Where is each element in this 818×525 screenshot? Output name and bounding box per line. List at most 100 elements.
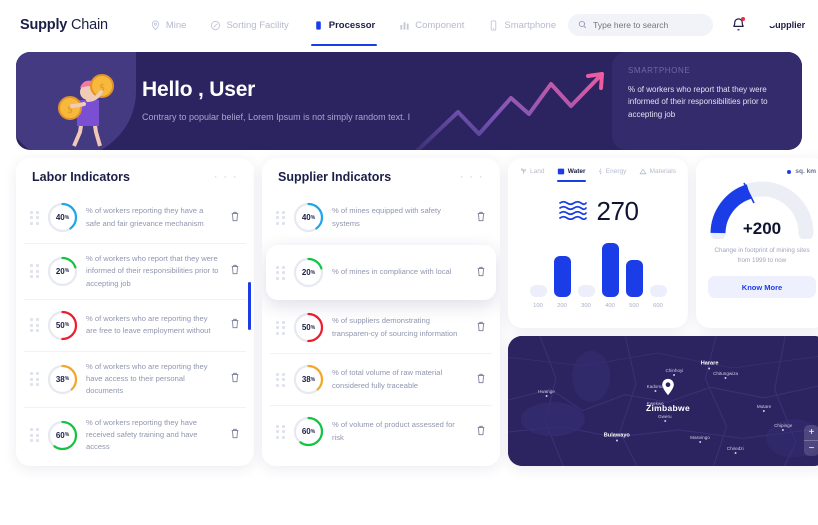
know-more-button[interactable]: Know More bbox=[708, 276, 816, 299]
nav-tab-processor-label: Processor bbox=[328, 19, 376, 31]
table-row[interactable]: 40% % of mines equipped with safety syste… bbox=[270, 192, 492, 243]
nav-tab-mine[interactable]: Mine bbox=[138, 4, 199, 46]
nav-tab-sorting-facility[interactable]: Sorting Facility bbox=[198, 4, 300, 46]
table-row[interactable]: 50% % of suppliers demonstrating transpar… bbox=[270, 302, 492, 353]
delete-icon[interactable] bbox=[230, 316, 240, 334]
delete-icon[interactable] bbox=[476, 423, 486, 441]
map-city-label: Harare bbox=[701, 360, 718, 370]
chart-bar bbox=[601, 242, 619, 297]
map-city-label: Bulawayo bbox=[604, 433, 630, 442]
search-input[interactable] bbox=[593, 20, 704, 30]
delete-icon[interactable] bbox=[476, 371, 486, 389]
mining-footprint-gauge-card: sq. km +200 Change in footprint of minin… bbox=[696, 158, 818, 328]
waves-icon bbox=[558, 198, 588, 225]
tab-water[interactable]: Water bbox=[556, 168, 586, 182]
search-box[interactable] bbox=[568, 14, 714, 36]
dashboard-grid: Labor Indicators · · · 40% % of workers r… bbox=[16, 158, 818, 466]
table-row[interactable]: 20% % of mines in compliance with local bbox=[266, 245, 496, 300]
indicator-text: % of mines in compliance with local bbox=[332, 267, 452, 277]
drag-handle-icon[interactable] bbox=[30, 264, 39, 279]
supplier-panel-title: Supplier Indicators bbox=[278, 170, 392, 184]
map-card[interactable]: Zimbabwe Harare Chitungwiza Bulawayo Gweru M… bbox=[508, 336, 818, 466]
gauge-visual: +200 bbox=[708, 177, 816, 239]
nav-tab-smartphone-label: Smartphone bbox=[504, 19, 557, 31]
legend-dot-icon bbox=[787, 169, 792, 174]
brand-bold: Supply bbox=[20, 17, 68, 33]
percent-value: 20% bbox=[301, 268, 316, 277]
map-zoom-controls: + − bbox=[804, 425, 818, 456]
delete-icon[interactable] bbox=[230, 209, 240, 227]
indicator-text: % of workers reporting they have a safe … bbox=[86, 206, 204, 228]
drag-handle-icon[interactable] bbox=[30, 210, 39, 225]
drag-handle-icon[interactable] bbox=[276, 320, 285, 335]
drag-handle-icon[interactable] bbox=[30, 318, 39, 333]
page-content: $ $ Hello , User Contrary to popular bel… bbox=[6, 46, 818, 521]
table-row[interactable]: 50% % of workers who are reporting they a… bbox=[24, 298, 246, 351]
hero-text-block: Hello , User Contrary to popular belief,… bbox=[142, 78, 410, 122]
map-zoom-out-button[interactable]: − bbox=[804, 441, 818, 456]
percent-donut-chart: 20% bbox=[292, 256, 325, 289]
hero-banner: $ $ Hello , User Contrary to popular bel… bbox=[16, 52, 802, 150]
gauge-caption: Change in footprint of mining sites from… bbox=[714, 247, 810, 265]
table-row[interactable]: 60% % of volume of product assessed for r… bbox=[270, 405, 492, 457]
map-city-label: Kwekwe bbox=[647, 401, 664, 409]
delete-icon[interactable] bbox=[476, 209, 486, 227]
tab-materials[interactable]: Materials bbox=[639, 168, 676, 182]
percent-value: 40% bbox=[55, 213, 70, 222]
drag-handle-icon[interactable] bbox=[276, 265, 285, 280]
labor-indicators-column: Labor Indicators · · · 40% % of workers r… bbox=[16, 158, 254, 466]
tab-land-label: Land bbox=[530, 168, 545, 175]
supplier-indicators-panel: Supplier Indicators · · · 40% % of mines … bbox=[262, 158, 500, 466]
drag-handle-icon[interactable] bbox=[276, 210, 285, 225]
tab-land[interactable]: Land bbox=[520, 168, 544, 182]
supplier-panel-menu[interactable]: · · · bbox=[460, 171, 484, 183]
nav-tab-component[interactable]: Component bbox=[387, 4, 476, 46]
right-top-row: Land Water Energy Materials 270 100 200 … bbox=[508, 158, 818, 328]
phone-icon bbox=[488, 19, 499, 31]
supplier-indicators-column: Supplier Indicators · · · 40% % of mines … bbox=[262, 158, 500, 466]
table-row[interactable]: 38% % of workers who are reporting they h… bbox=[24, 350, 246, 407]
delete-icon[interactable] bbox=[230, 370, 240, 388]
tab-energy[interactable]: Energy bbox=[598, 168, 627, 182]
delete-icon[interactable] bbox=[230, 426, 240, 444]
gauge-legend: sq. km bbox=[708, 168, 816, 175]
percent-value: 38% bbox=[55, 374, 70, 384]
percent-donut-chart: 50% bbox=[292, 311, 325, 344]
delete-icon[interactable] bbox=[230, 262, 240, 280]
map-zoom-in-button[interactable]: + bbox=[804, 425, 818, 440]
drag-handle-icon[interactable] bbox=[276, 424, 285, 439]
drag-handle-icon[interactable] bbox=[30, 428, 39, 443]
labor-scrollbar[interactable] bbox=[248, 282, 251, 330]
nav-tab-smartphone[interactable]: Smartphone bbox=[476, 4, 568, 46]
table-row[interactable]: 60% % of workers reporting they have rece… bbox=[24, 406, 246, 463]
drag-handle-icon[interactable] bbox=[30, 372, 39, 387]
map-city-label: Kadoma bbox=[647, 384, 664, 392]
avatar-head bbox=[769, 18, 777, 26]
target-icon bbox=[210, 20, 221, 31]
indicator-text: % of mines equipped with safety systems bbox=[332, 206, 441, 228]
chart-xtick-label: 100 bbox=[533, 303, 543, 309]
map-city-label: Chipinge bbox=[774, 423, 792, 431]
supplier-rows-list: 40% % of mines equipped with safety syste… bbox=[262, 192, 500, 457]
delete-icon[interactable] bbox=[476, 319, 486, 337]
map-city-label: Chitungwiza bbox=[713, 371, 738, 379]
hero-card-label: SMARTPHONE bbox=[628, 66, 691, 75]
hero-illustration: $ $ bbox=[58, 74, 114, 147]
main-nav-tabs: Mine Sorting Facility Processor Componen… bbox=[138, 4, 568, 46]
hero-info-card: SMARTPHONE % of workers who report that … bbox=[612, 52, 802, 150]
delete-icon[interactable] bbox=[476, 264, 486, 282]
table-row[interactable]: 40% % of workers reporting they have a sa… bbox=[24, 192, 246, 243]
table-row[interactable]: 20% % of workers who report that they wer… bbox=[24, 243, 246, 299]
water-total-value: 270 bbox=[596, 196, 639, 226]
tab-materials-label: Materials bbox=[649, 168, 676, 175]
chart-xtick-label: 200 bbox=[557, 303, 567, 309]
table-row[interactable]: 38% % of total volume of raw material con… bbox=[270, 353, 492, 405]
labor-panel-menu[interactable]: · · · bbox=[214, 171, 238, 183]
tab-energy-label: Energy bbox=[605, 168, 627, 175]
drag-handle-icon[interactable] bbox=[276, 372, 285, 387]
chart-bar bbox=[529, 285, 547, 297]
pin-icon bbox=[150, 20, 161, 31]
notifications-bell-icon[interactable] bbox=[731, 17, 746, 33]
app-logo: Supply Chain bbox=[20, 17, 108, 33]
nav-tab-processor[interactable]: Processor bbox=[301, 4, 387, 46]
